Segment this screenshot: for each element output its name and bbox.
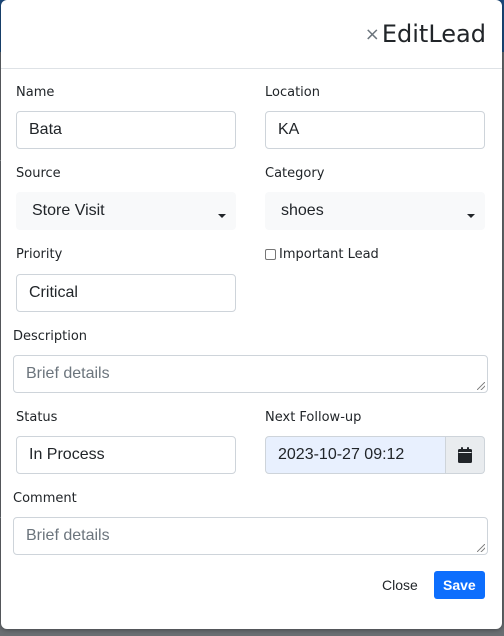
name-field[interactable]: Bata xyxy=(16,111,236,149)
comment-label: Comment xyxy=(13,491,77,506)
priority-label: Priority xyxy=(16,247,63,262)
modal-title: EditLead xyxy=(381,20,486,48)
calendar-button[interactable] xyxy=(446,436,485,474)
resize-handle-icon[interactable] xyxy=(477,544,485,552)
status-label: Status xyxy=(16,410,58,425)
edit-lead-modal: × EditLead Name Bata Location KA Source … xyxy=(1,0,502,629)
close-icon[interactable]: × xyxy=(365,24,380,45)
important-lead-label: Important Lead xyxy=(279,247,379,262)
source-select[interactable]: Store Visit xyxy=(16,192,236,230)
source-label: Source xyxy=(16,166,61,181)
description-label: Description xyxy=(13,329,88,344)
source-select-value: Store Visit xyxy=(32,202,105,219)
description-textarea[interactable]: Brief details xyxy=(13,355,488,393)
followup-field[interactable]: 2023-10-27 09:12 xyxy=(265,436,446,474)
resize-handle-icon[interactable] xyxy=(477,382,485,390)
location-field[interactable]: KA xyxy=(265,111,485,149)
category-select[interactable]: shoes xyxy=(265,192,485,230)
calendar-icon xyxy=(458,447,472,463)
important-lead-option[interactable]: Important Lead xyxy=(265,247,379,262)
important-lead-checkbox[interactable] xyxy=(265,249,276,260)
location-label: Location xyxy=(265,85,320,100)
followup-label: Next Follow-up xyxy=(265,410,362,425)
name-label: Name xyxy=(16,85,55,100)
category-select-value: shoes xyxy=(281,202,324,219)
status-field[interactable]: In Process xyxy=(16,436,236,474)
comment-textarea[interactable]: Brief details xyxy=(13,517,488,555)
modal-title-group: × EditLead xyxy=(365,20,486,48)
modal-header: × EditLead xyxy=(1,0,502,69)
chevron-down-icon xyxy=(218,214,226,218)
save-button[interactable]: Save xyxy=(434,571,485,599)
comment-placeholder: Brief details xyxy=(26,527,110,544)
category-label: Category xyxy=(265,166,325,181)
description-placeholder: Brief details xyxy=(26,365,110,382)
close-button[interactable]: Close xyxy=(382,577,418,593)
priority-field[interactable]: Critical xyxy=(16,274,236,312)
followup-datetime: 2023-10-27 09:12 xyxy=(265,436,485,474)
chevron-down-icon xyxy=(467,214,475,218)
